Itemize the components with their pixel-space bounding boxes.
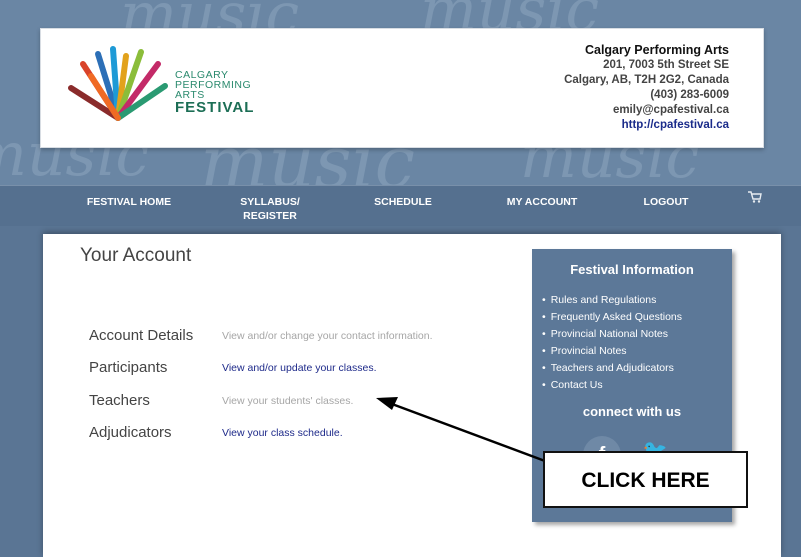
teachers-link[interactable]: View your students' classes.	[222, 395, 353, 407]
nav-festival-home[interactable]: FESTIVAL HOME	[84, 195, 174, 209]
logo-line: FESTIVAL	[175, 99, 255, 116]
logo-wordmark: CALGARY PERFORMING ARTS FESTIVAL	[175, 70, 254, 116]
adjudicators-label: Adjudicators	[89, 424, 172, 441]
contact-block: Calgary Performing Arts 201, 7003 5th St…	[564, 43, 729, 133]
website-link[interactable]: http://cpafestival.ca	[564, 118, 729, 133]
participants-link[interactable]: View and/or update your classes.	[222, 362, 376, 374]
nav-label: SYLLABUS/ REGISTER	[240, 196, 300, 222]
sidebar-links: Rules and Regulations Frequently Asked Q…	[542, 292, 682, 394]
sidebar-item-provincial-national-notes[interactable]: Provincial National Notes	[542, 326, 682, 343]
account-details-link[interactable]: View and/or change your contact informat…	[222, 330, 433, 342]
nav-schedule[interactable]: SCHEDULE	[368, 195, 438, 209]
main-nav: FESTIVAL HOME SYLLABUS/ REGISTER SCHEDUL…	[0, 185, 801, 226]
connect-heading: connect with us	[582, 404, 682, 419]
teachers-label: Teachers	[89, 392, 150, 409]
adjudicators-link[interactable]: View your class schedule.	[222, 427, 343, 439]
sidebar-item-contact[interactable]: Contact Us	[542, 377, 682, 394]
cart-icon[interactable]	[748, 191, 762, 203]
account-details-label: Account Details	[89, 327, 194, 344]
street-address: 201, 7003 5th Street SE	[603, 59, 729, 71]
nav-logout[interactable]: LOGOUT	[636, 195, 696, 209]
phone-number: (403) 283-6009	[650, 89, 729, 101]
org-name: Calgary Performing Arts	[584, 43, 729, 57]
page-title: Your Account	[80, 245, 192, 266]
sidebar-item-teachers-adjudicators[interactable]: Teachers and Adjudicators	[542, 360, 682, 377]
header-card: CALGARY PERFORMING ARTS FESTIVAL Calgary…	[40, 28, 764, 148]
click-here-callout: CLICK HERE	[543, 451, 748, 508]
nav-syllabus-register[interactable]: SYLLABUS/ REGISTER	[230, 195, 310, 223]
sidebar-title: Festival Information	[570, 262, 694, 277]
sidebar-item-provincial-notes[interactable]: Provincial Notes	[542, 343, 682, 360]
nav-my-account[interactable]: MY ACCOUNT	[502, 195, 582, 209]
city-address: Calgary, AB, T2H 2G2, Canada	[564, 74, 729, 86]
festival-logo[interactable]	[63, 46, 173, 126]
participants-label: Participants	[89, 359, 168, 376]
email-link[interactable]: emily@cpafestival.ca	[564, 103, 729, 118]
sidebar-item-faq[interactable]: Frequently Asked Questions	[542, 309, 682, 326]
sidebar-item-rules[interactable]: Rules and Regulations	[542, 292, 682, 309]
